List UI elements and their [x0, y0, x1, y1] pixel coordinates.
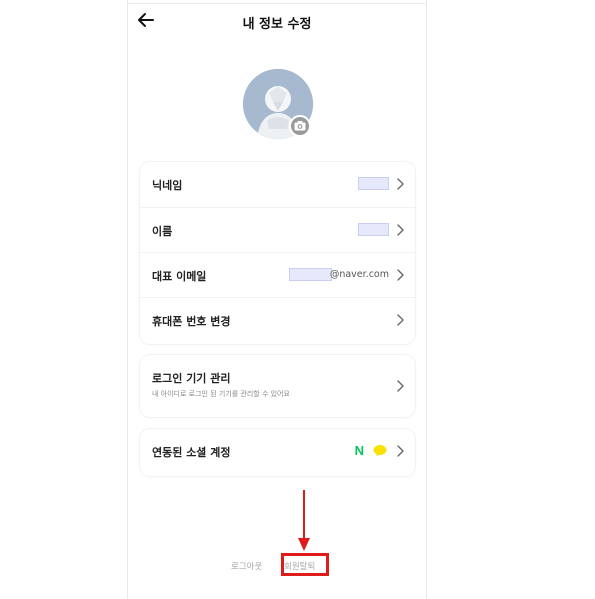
name-label: 이름 — [152, 225, 173, 238]
account-info-card: 닉네임 이름 대표 이메일 @naver.com 휴대폰 번호 변경 — [140, 162, 415, 344]
device-management-title: 로그인 기기 관리 — [152, 372, 231, 385]
email-row[interactable]: 대표 이메일 @naver.com — [140, 252, 415, 297]
email-domain: @naver.com — [329, 269, 389, 280]
email-label: 대표 이메일 — [152, 270, 207, 283]
nickname-label: 닉네임 — [152, 179, 183, 192]
social-accounts-card[interactable]: 연동된 소셜 계정 N — [140, 429, 415, 476]
footer-actions: 로그아웃 회원탈퇴 — [128, 553, 426, 577]
nickname-row[interactable]: 닉네임 — [140, 162, 415, 207]
chevron-right-icon — [395, 268, 405, 282]
device-management-subtitle: 내 아이디로 로그인 된 기기를 관리할 수 있어요 — [152, 390, 290, 398]
naver-icon: N — [354, 443, 364, 458]
phone-change-label: 휴대폰 번호 변경 — [152, 315, 231, 328]
chevron-right-icon — [395, 223, 405, 237]
logout-button[interactable]: 로그아웃 — [231, 560, 262, 572]
app-screen: 내 정보 수정 닉네임 이름 대표 이메일 @naver.com 휴대폰 번호 … — [127, 0, 427, 599]
name-row[interactable]: 이름 — [140, 207, 415, 252]
email-masked-value — [289, 268, 332, 281]
chevron-right-icon — [395, 379, 405, 393]
device-management-card[interactable]: 로그인 기기 관리 내 아이디로 로그인 된 기기를 관리할 수 있어요 — [140, 355, 415, 417]
chevron-right-icon — [395, 444, 405, 458]
social-accounts-label: 연동된 소셜 계정 — [152, 446, 231, 459]
withdraw-highlight-box — [281, 553, 329, 576]
chevron-right-icon — [395, 177, 405, 191]
page-title: 내 정보 수정 — [242, 17, 312, 32]
name-masked-value — [358, 223, 389, 236]
change-photo-button[interactable] — [289, 115, 311, 137]
phone-change-row[interactable]: 휴대폰 번호 변경 — [140, 297, 415, 342]
chevron-right-icon — [395, 313, 405, 327]
camera-icon — [291, 117, 309, 135]
header: 내 정보 수정 — [128, 6, 426, 36]
kakao-talk-icon — [373, 444, 387, 457]
top-divider — [128, 3, 426, 4]
nickname-masked-value — [358, 177, 389, 190]
annotation-arrow-icon — [296, 490, 312, 552]
